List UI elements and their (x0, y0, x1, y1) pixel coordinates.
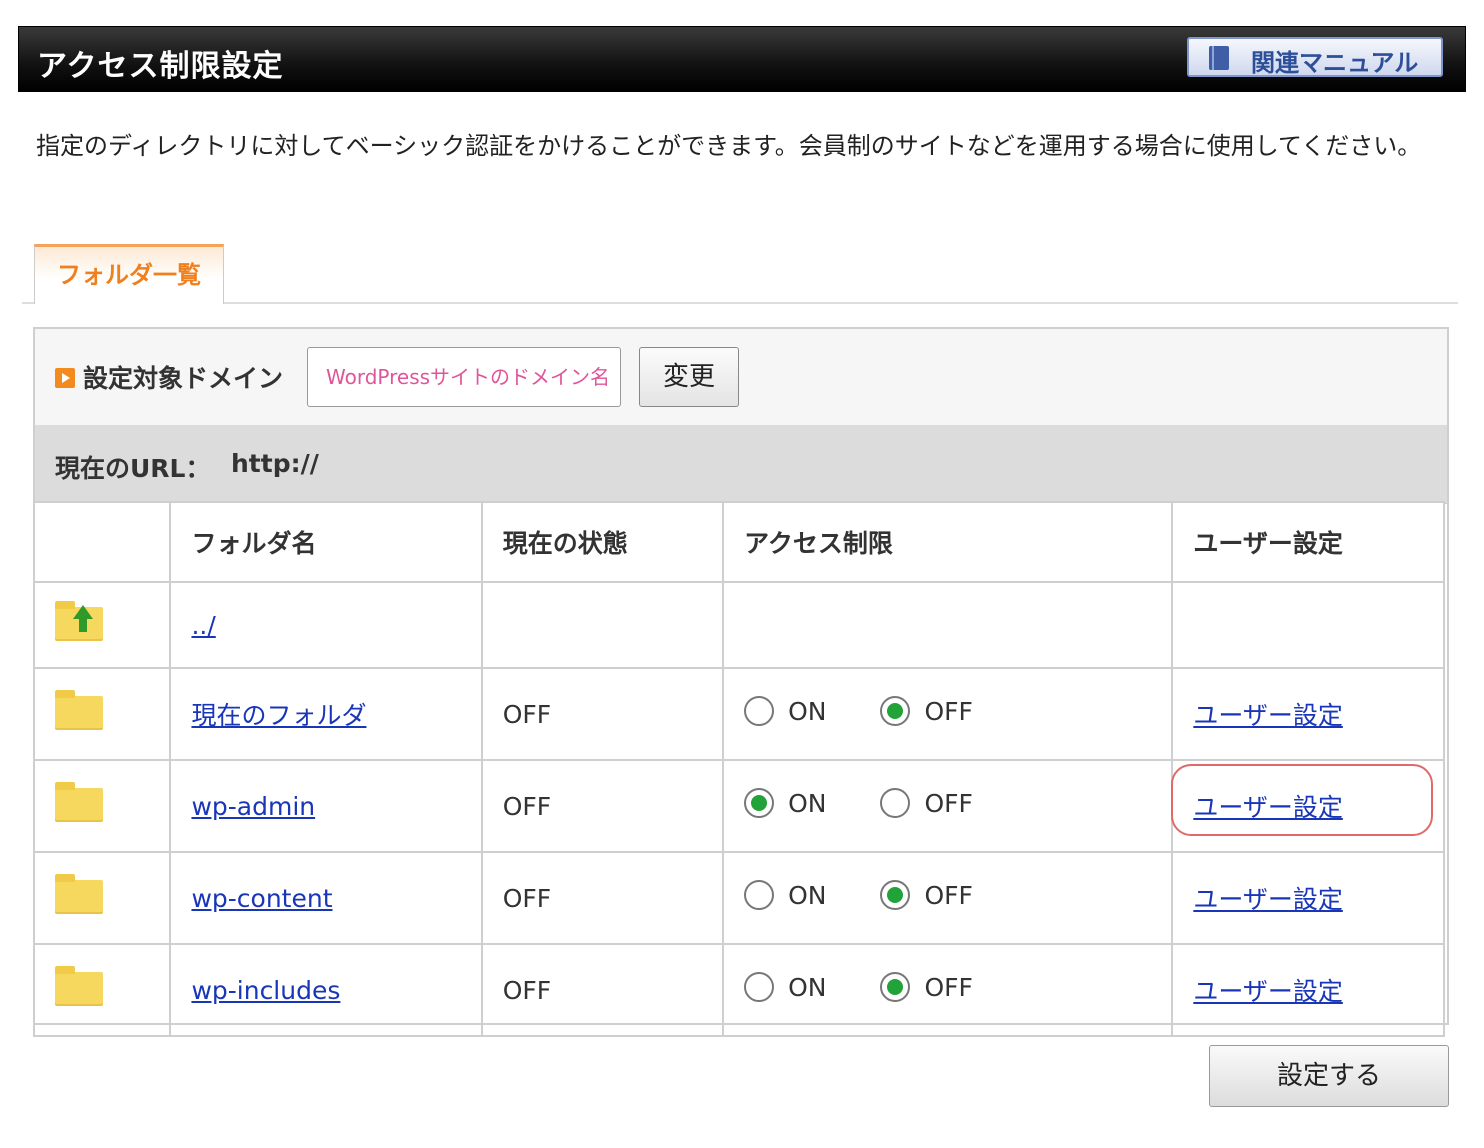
folder-link-parent[interactable]: ../ (191, 611, 215, 640)
folder-icon (55, 966, 103, 1006)
folder-link[interactable]: wp-admin (191, 792, 315, 821)
header-access-restriction: アクセス制限 (722, 501, 1174, 583)
cell-state: OFF (480, 667, 725, 761)
page-title: アクセス制限設定 (37, 49, 284, 84)
submit-settings-button[interactable]: 設定する (1209, 1045, 1449, 1107)
folder-up-icon (55, 601, 103, 641)
folder-link[interactable]: wp-includes (191, 976, 340, 1005)
cell-user: ユーザー設定 (1171, 851, 1445, 945)
cell-access: ON OFF (722, 667, 1174, 761)
domain-label: 設定対象ドメイン (83, 364, 284, 393)
table-row: 現在のフォルダ OFF ON OFF ユーザー設定 (32, 667, 1445, 761)
manual-button-label: 関連マニュアル (1251, 49, 1419, 77)
user-settings-link[interactable]: ユーザー設定 (1193, 793, 1343, 822)
table-row: wp-content OFF ON OFF ユーザー設定 (32, 851, 1445, 945)
table-row-parent: ../ (32, 581, 1445, 669)
header-folder-name: フォルダ名 (169, 501, 483, 583)
tab-folder-list[interactable]: フォルダ一覧 (34, 244, 224, 304)
cell-access (722, 581, 1174, 669)
cell-access: ON OFF (722, 759, 1174, 853)
access-radio-group: ON OFF (744, 788, 1027, 818)
cell-folder-name: ../ (169, 581, 483, 669)
folder-icon (55, 782, 103, 822)
access-off-radio[interactable]: OFF (880, 972, 973, 1002)
user-settings-link[interactable]: ユーザー設定 (1193, 701, 1343, 730)
cell-icon (32, 759, 172, 853)
access-on-radio[interactable]: ON (744, 788, 826, 818)
table-row: wp-admin OFF ON OFF ユーザー設定 (32, 759, 1445, 853)
folder-link[interactable]: wp-content (191, 884, 332, 913)
cell-state: OFF (480, 943, 725, 1037)
access-radio-group: ON OFF (744, 696, 1027, 726)
current-url-label: 現在のURL： (55, 454, 211, 483)
page-description: 指定のディレクトリに対してベーシック認証をかけることができます。会員制のサイトな… (36, 132, 1422, 160)
current-url-row: 現在のURL： http:// (35, 425, 1447, 504)
header-icon-column (32, 501, 172, 583)
folder-panel: 設定対象ドメイン WordPressサイトのドメイン名 変更 現在のURL： h… (32, 327, 1449, 1037)
user-settings-link[interactable]: ユーザー設定 (1193, 977, 1343, 1006)
arrow-right-icon (55, 368, 75, 388)
cell-access: ON OFF (722, 851, 1174, 945)
cell-icon (32, 581, 172, 669)
access-off-radio[interactable]: OFF (880, 696, 973, 726)
folder-link[interactable]: 現在のフォルダ (191, 701, 366, 730)
cell-folder-name: 現在のフォルダ (169, 667, 483, 761)
cell-folder-name: wp-content (169, 851, 483, 945)
cell-user: ユーザー設定 (1171, 759, 1445, 853)
access-on-radio[interactable]: ON (744, 880, 826, 910)
user-settings-link[interactable]: ユーザー設定 (1193, 885, 1343, 914)
current-url-value: http:// (231, 449, 319, 478)
cell-user (1171, 581, 1445, 669)
page-header: アクセス制限設定 関連マニュアル (18, 26, 1466, 92)
folder-icon (55, 690, 103, 730)
access-off-radio[interactable]: OFF (880, 788, 973, 818)
cell-folder-name: wp-admin (169, 759, 483, 853)
tab-bar: フォルダ一覧 (22, 244, 1458, 304)
cell-folder-name: wp-includes (169, 943, 483, 1037)
cell-user: ユーザー設定 (1171, 667, 1445, 761)
cell-icon (32, 667, 172, 761)
access-radio-group: ON OFF (744, 880, 1027, 910)
cell-icon (32, 851, 172, 945)
access-off-radio[interactable]: OFF (880, 880, 973, 910)
access-on-radio[interactable]: ON (744, 972, 826, 1002)
cell-state (480, 581, 725, 669)
access-radio-group: ON OFF (744, 972, 1027, 1002)
book-icon (1209, 46, 1229, 70)
table-header-row: フォルダ名 現在の状態 アクセス制限 ユーザー設定 (32, 501, 1445, 583)
cell-user: ユーザー設定 (1171, 943, 1445, 1037)
table-row: wp-includes OFF ON OFF ユーザー設定 (32, 943, 1445, 1037)
cell-access: ON OFF (722, 943, 1174, 1037)
cell-state: OFF (480, 759, 725, 853)
folder-table: フォルダ名 現在の状態 アクセス制限 ユーザー設定 ../ 現在のフォルダ OF… (32, 501, 1445, 1037)
access-on-radio[interactable]: ON (744, 696, 826, 726)
manual-button[interactable]: 関連マニュアル (1187, 37, 1443, 77)
header-current-state: 現在の状態 (480, 501, 725, 583)
folder-icon (55, 874, 103, 914)
cell-icon (32, 943, 172, 1037)
header-user-settings: ユーザー設定 (1171, 501, 1445, 583)
domain-row: 設定対象ドメイン WordPressサイトのドメイン名 変更 (35, 329, 1447, 426)
change-domain-button[interactable]: 変更 (639, 347, 739, 407)
domain-select[interactable]: WordPressサイトのドメイン名 (307, 347, 621, 407)
cell-state: OFF (480, 851, 725, 945)
